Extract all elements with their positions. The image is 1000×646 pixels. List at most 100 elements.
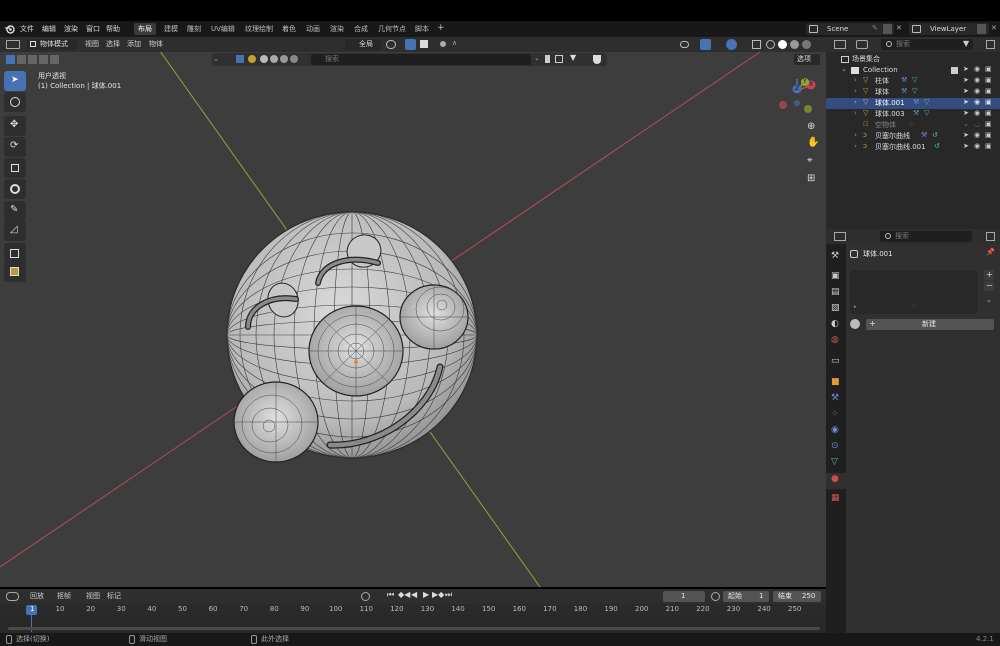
camera-view-icon[interactable]: ⌖ [807, 156, 813, 166]
xray-toggle-icon[interactable] [752, 40, 761, 49]
blender-logo-icon[interactable] [5, 24, 15, 34]
visibility-eye-icon[interactable]: ◉ [974, 99, 980, 106]
stopwatch-icon[interactable] [711, 592, 720, 601]
particles-tab-icon[interactable]: ⁘ [831, 410, 839, 419]
visibility-eye-icon[interactable]: ◉ [974, 132, 980, 139]
select-new-icon[interactable] [6, 55, 15, 64]
selectable-icon[interactable]: ➤ [963, 99, 969, 106]
select-subtract-icon[interactable] [28, 55, 37, 64]
visibility-eye-icon[interactable]: ◉ [974, 66, 980, 73]
outliner-row-scene-collection[interactable]: 场景集合 [826, 54, 1000, 65]
3d-viewport[interactable]: 物体模式 视图 选择 添加 物体 全局 ∧ ⌄ 搜索 ⌄ ▼ 选项 用户透视 (… [0, 37, 826, 587]
overlay-toggle-icon[interactable] [726, 39, 737, 50]
new-material-button[interactable]: + 新建 [866, 319, 994, 330]
outliner-row-empty[interactable]: ⊡ 空物体 ⊹ ⌄ ◡ ▣ [826, 120, 1000, 131]
select-invert-icon[interactable] [39, 55, 48, 64]
menu-file[interactable]: 文件 [20, 26, 34, 33]
viewport-canvas[interactable] [0, 37, 826, 587]
timeline-editor-icon[interactable] [6, 592, 19, 601]
add-cube-tool[interactable] [4, 243, 26, 263]
filter-obj2-icon[interactable] [270, 55, 278, 63]
jump-end-icon[interactable]: ⏭ [445, 591, 452, 599]
add-workspace-button[interactable]: + [433, 23, 449, 35]
slot-menu-chevron-icon[interactable]: ⌄ [986, 297, 992, 304]
tool-tab-icon[interactable]: ⚒ [831, 252, 839, 261]
list-resize-handle-icon[interactable]: ::: [912, 304, 917, 309]
scene-selector[interactable]: Scene ✎ [806, 23, 894, 35]
menu-object[interactable]: 物体 [149, 41, 163, 48]
pin-icon[interactable]: ✎ [872, 25, 878, 32]
render-camera-icon[interactable]: ▣ [985, 132, 992, 139]
filter-obj4-icon[interactable] [290, 55, 298, 63]
material-shading-icon[interactable] [790, 40, 799, 49]
menu-keying[interactable]: 抠帧 [57, 593, 71, 600]
measure-tool[interactable]: ◿ [4, 221, 26, 241]
selectable-icon[interactable]: ➤ [963, 132, 969, 139]
scale-tool[interactable] [4, 158, 26, 178]
menu-marker[interactable]: 标记 [107, 593, 121, 600]
expand-icon[interactable]: › [854, 99, 857, 106]
falloff-icon[interactable]: ∧ [452, 40, 457, 47]
selectable-icon[interactable]: ➤ [963, 77, 969, 84]
add-primitive-tool[interactable] [4, 262, 26, 282]
physics-tab-icon[interactable]: ◉ [831, 426, 839, 435]
collection-check-icon[interactable] [951, 67, 958, 74]
add-slot-button[interactable]: + [984, 270, 994, 280]
material-slot-list[interactable]: ▸ ::: [850, 270, 978, 314]
tab-scripting[interactable]: 脚本 [411, 23, 433, 35]
outliner-row-curve[interactable]: › ↄ 贝塞尔曲线 ⚒ ↺ ➤ ◉ ▣ [826, 131, 1000, 142]
menu-render[interactable]: 渲染 [64, 26, 78, 33]
copy-icon[interactable] [555, 55, 563, 63]
display-mode-icon[interactable] [856, 40, 868, 49]
navigation-gizmo[interactable] [775, 77, 821, 117]
select-intersect-icon[interactable] [50, 55, 59, 64]
outliner-search-input[interactable]: 搜索 [881, 39, 973, 50]
outliner-editor-icon[interactable] [834, 40, 846, 49]
record-icon[interactable] [361, 592, 370, 601]
menu-add[interactable]: 添加 [127, 41, 141, 48]
menu-help[interactable]: 帮助 [106, 26, 120, 33]
filter-material-icon[interactable] [248, 55, 256, 63]
next-keyframe-icon[interactable]: ▶◆ [432, 591, 444, 599]
outliner-filter-icon[interactable]: ▼ [963, 40, 969, 48]
filter-obj-icon[interactable] [260, 55, 268, 63]
data-tab-icon[interactable]: ▽ [831, 458, 838, 467]
play-reverse-icon[interactable]: ◀ [411, 591, 417, 599]
output-tab-icon[interactable]: ▤ [831, 288, 840, 297]
close-view-layer-icon[interactable]: ✕ [991, 25, 997, 32]
selectable-icon[interactable]: ➤ [963, 88, 969, 95]
properties-options-icon[interactable] [986, 232, 995, 241]
bookmark-icon[interactable] [545, 55, 550, 63]
tab-sculpting[interactable]: 雕刻 [183, 23, 205, 35]
transform-orientation-dropdown[interactable]: 全局 [345, 39, 381, 50]
visibility-eye-icon[interactable]: ◉ [974, 143, 980, 150]
outliner-row-object[interactable]: › ▽ 柱体 ⚒ ▽ ➤ ◉ ▣ [826, 76, 1000, 87]
tab-texture-paint[interactable]: 纹理绘制 [241, 23, 277, 35]
new-view-layer-icon[interactable] [977, 24, 986, 34]
selectable-icon[interactable]: ➤ [963, 110, 969, 117]
properties-editor-icon[interactable] [834, 232, 846, 241]
render-camera-icon[interactable]: ▣ [985, 88, 992, 95]
texture-tab-icon[interactable]: ▦ [831, 494, 840, 503]
filter-search-input[interactable]: 搜索 [311, 54, 531, 65]
editor-type-icon[interactable] [6, 40, 20, 49]
expand-icon[interactable]: › [854, 143, 857, 150]
timeline-ruler[interactable]: 10 20 30 40 50 60 70 80 90 100 110 120 130 140 150 160 1… [0, 604, 826, 633]
properties-search-input[interactable]: 搜索 [880, 231, 972, 242]
chevron-down-icon[interactable]: ⌄ [213, 56, 219, 63]
outliner-row-curve[interactable]: › ↄ 贝塞尔曲线.001 ↺ ➤ ◉ ▣ [826, 142, 1000, 153]
material-tab-active[interactable]: ● [826, 473, 846, 489]
object-tab-icon[interactable]: ■ [831, 378, 840, 387]
snap-target-icon[interactable] [420, 40, 428, 48]
menu-view[interactable]: 视图 [85, 41, 99, 48]
filter-mesh-icon[interactable] [236, 55, 244, 63]
material-browse-icon[interactable] [850, 319, 860, 329]
menu-window[interactable]: 窗口 [86, 26, 100, 33]
mode-selector[interactable]: 物体模式 [27, 39, 77, 50]
view-layer-tab-icon[interactable]: ▧ [831, 304, 840, 313]
new-scene-icon[interactable] [883, 24, 892, 34]
tab-uv-editing[interactable]: UV编辑 [207, 23, 239, 35]
render-camera-icon[interactable]: ▣ [985, 121, 992, 128]
hidden-eye-icon[interactable]: ◡ [974, 121, 980, 128]
tab-geometry-nodes[interactable]: 几何节点 [374, 23, 410, 35]
